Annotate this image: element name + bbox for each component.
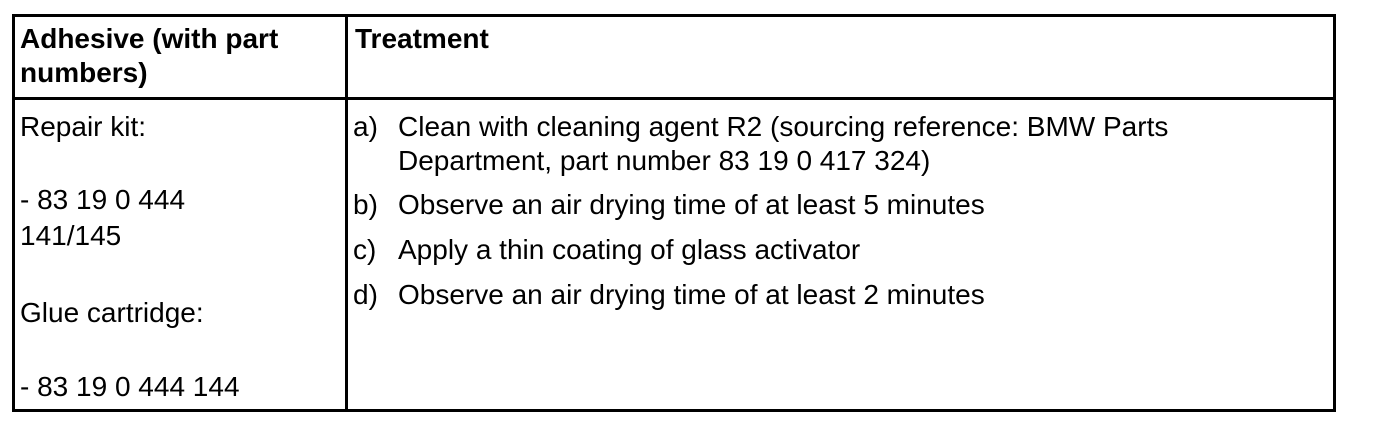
- repair-kit-label: Repair kit:: [20, 111, 147, 142]
- step-text: Department, part number 83 19 0 417 324): [398, 145, 931, 176]
- header-divider: [15, 97, 1333, 100]
- repair-kit-part-line2: 141/145: [20, 220, 122, 251]
- repair-kit-part-line1: - 83 19 0 444: [20, 184, 186, 215]
- step-text: Clean with cleaning agent R2 (sourcing r…: [398, 111, 1169, 142]
- glue-cartridge-label: Glue cartridge:: [20, 297, 204, 328]
- step-text: Observe an air drying time of at least 5…: [398, 189, 985, 220]
- header-adhesive-line2: numbers): [20, 57, 148, 88]
- header-adhesive-line1: Adhesive (with part: [20, 23, 279, 54]
- step-label: a): [353, 111, 378, 142]
- step-text: Observe an air drying time of at least 2…: [398, 279, 985, 310]
- step-label: d): [353, 279, 378, 310]
- column-divider: [345, 17, 348, 409]
- step-text: Apply a thin coating of glass activator: [398, 234, 861, 265]
- header-treatment: Treatment: [355, 23, 489, 54]
- step-label: b): [353, 189, 378, 220]
- adhesive-treatment-table: Adhesive (with part numbers) Treatment R…: [12, 14, 1336, 412]
- glue-cartridge-part: - 83 19 0 444 144: [20, 371, 240, 402]
- header-adhesive: Adhesive (with part numbers): [20, 22, 278, 90]
- step-label: c): [353, 234, 377, 265]
